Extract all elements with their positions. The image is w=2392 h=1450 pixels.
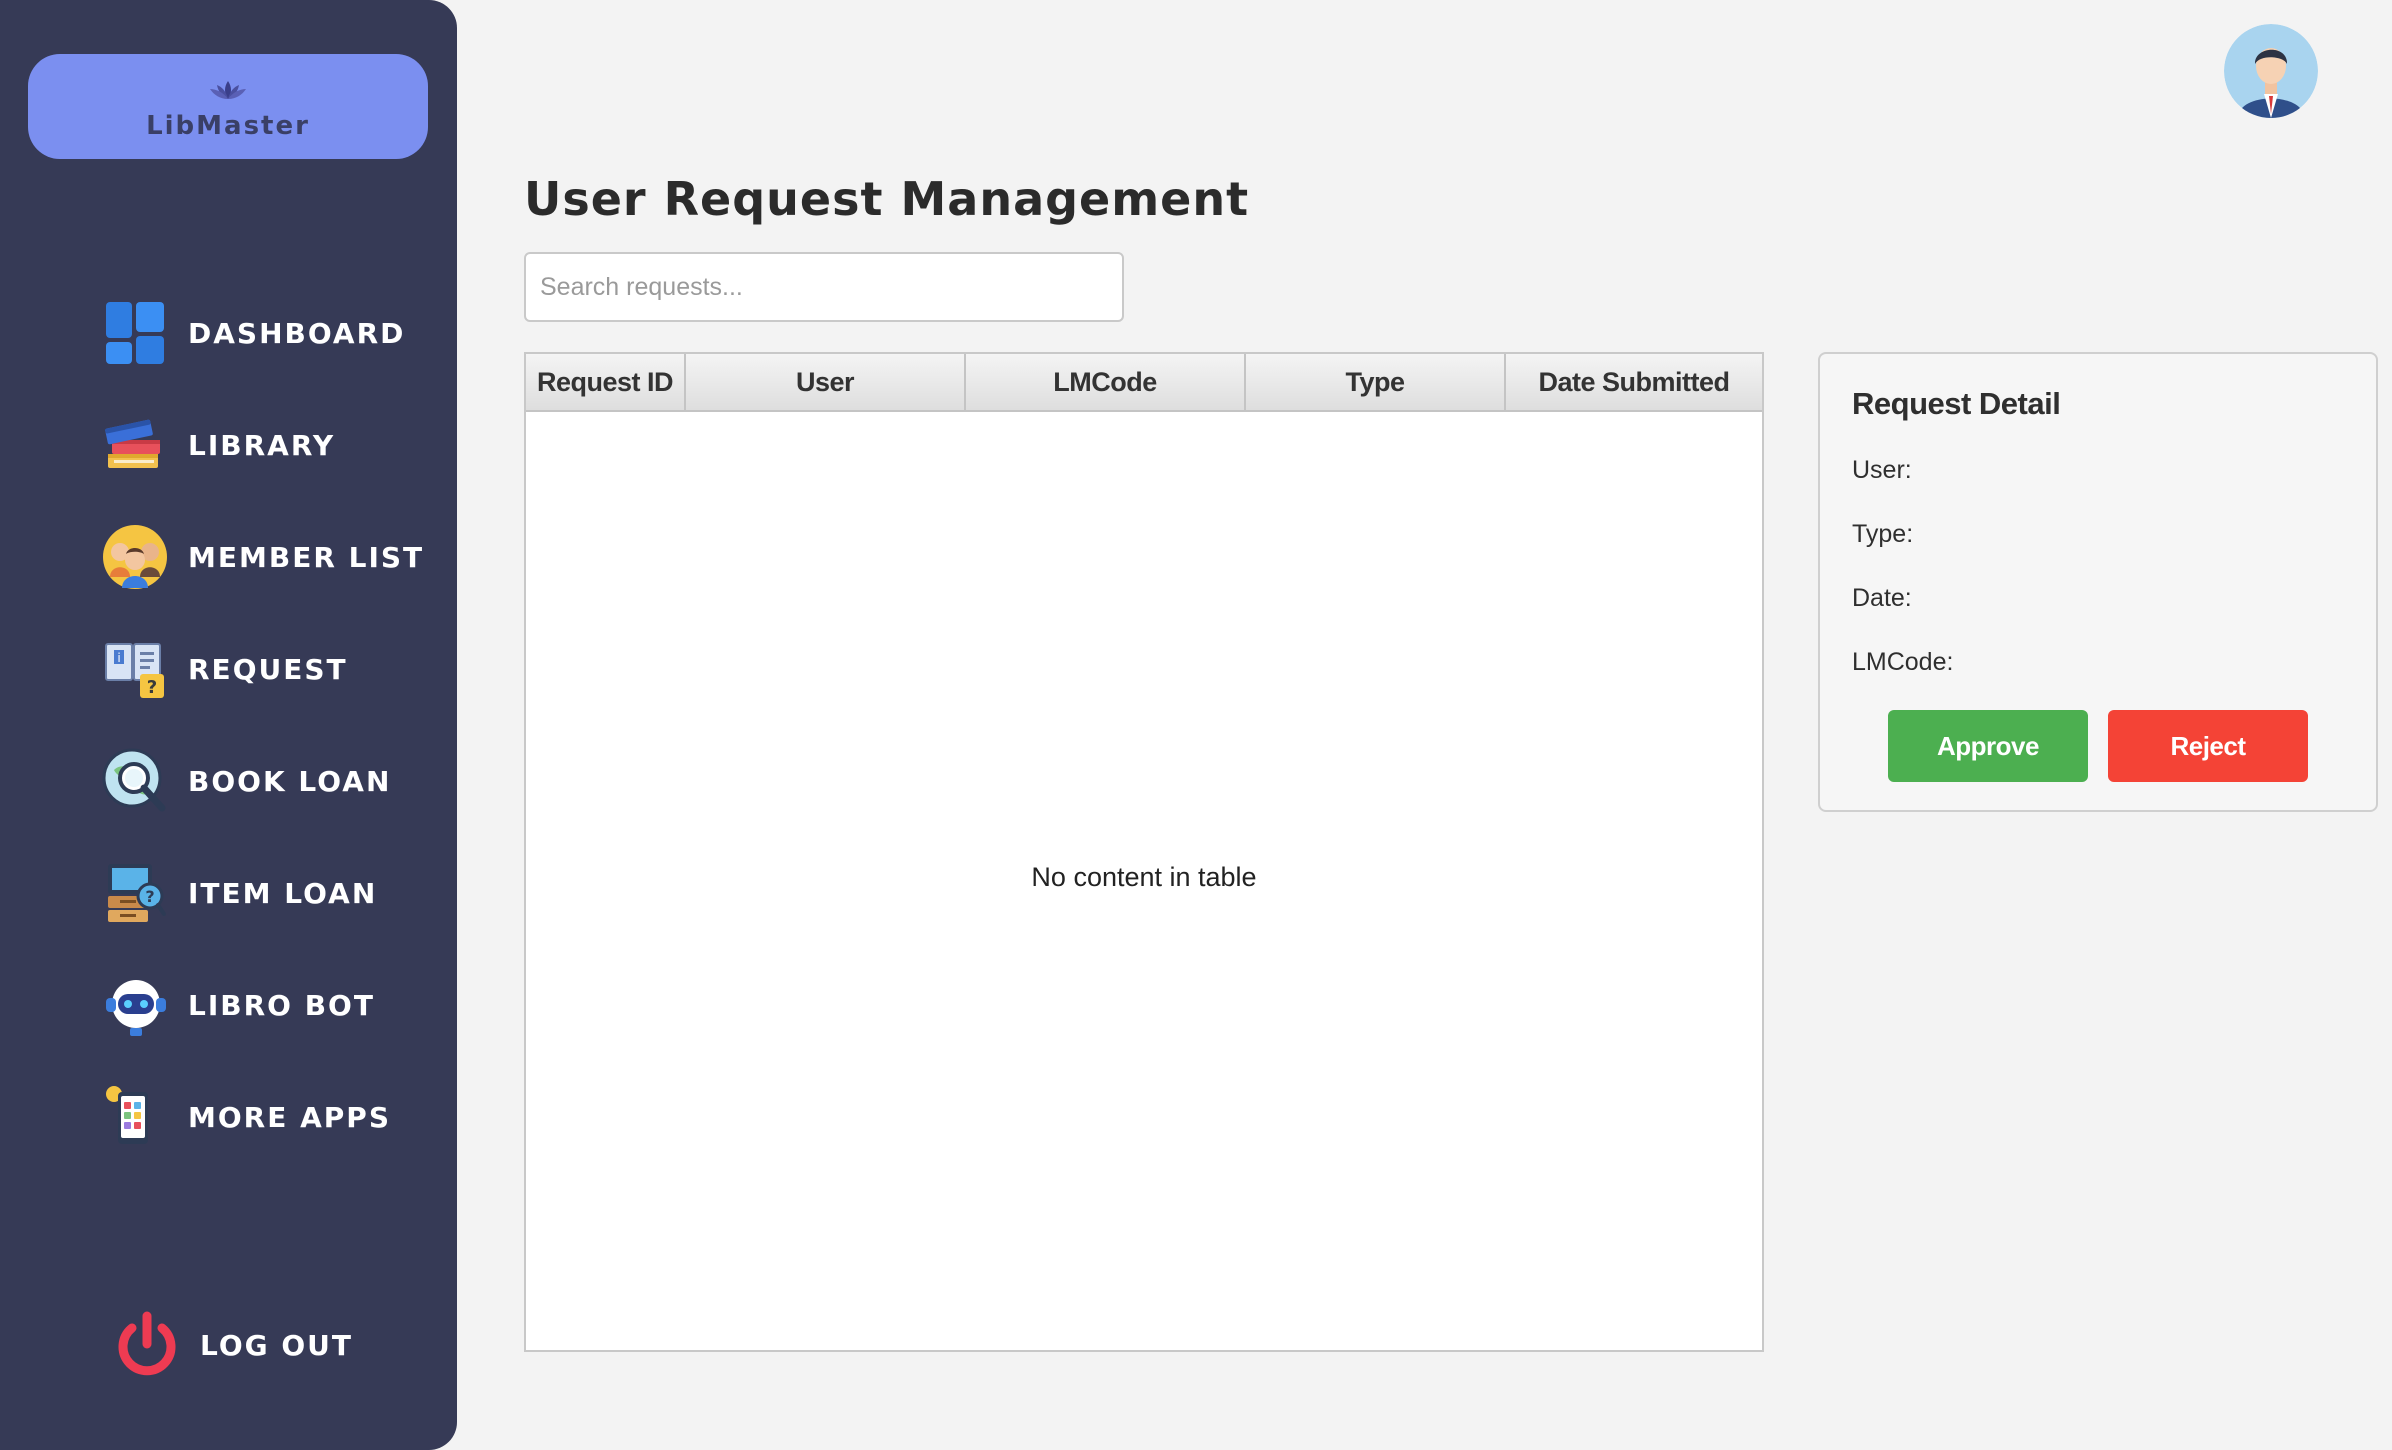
- table-header: Request ID User LMCode Type Date Submitt…: [526, 354, 1762, 412]
- sidebar-item-label: BOOK LOAN: [188, 764, 392, 798]
- column-header-lmcode[interactable]: LMCode: [966, 354, 1246, 410]
- sidebar: LibMaster DASHBOARD LIBRARY MEMBER LIST …: [0, 0, 457, 1450]
- column-header-request-id[interactable]: Request ID: [526, 354, 686, 410]
- lotus-icon: [210, 80, 246, 99]
- sidebar-item-dashboard[interactable]: DASHBOARD: [100, 298, 405, 368]
- sidebar-item-library[interactable]: LIBRARY: [100, 410, 335, 480]
- brand-name: LibMaster: [146, 110, 310, 141]
- detail-lmcode-label: LMCode:: [1852, 648, 1954, 676]
- detail-title: Request Detail: [1852, 386, 2061, 421]
- sidebar-item-label: LIBRARY: [188, 428, 336, 462]
- sidebar-item-label: REQUEST: [188, 652, 348, 686]
- column-header-user[interactable]: User: [686, 354, 966, 410]
- reject-button[interactable]: Reject: [2108, 710, 2308, 782]
- detail-type-label: Type:: [1852, 520, 1914, 548]
- sidebar-item-label: MORE APPS: [188, 1100, 391, 1134]
- sidebar-item-request[interactable]: i ? REQUEST: [100, 634, 348, 704]
- sidebar-item-label: LIBRO BOT: [188, 988, 375, 1022]
- detail-date-label: Date:: [1852, 584, 1912, 612]
- svg-text:?: ?: [147, 677, 157, 698]
- user-avatar[interactable]: [2224, 24, 2318, 118]
- page-title: User Request Management: [524, 172, 1250, 226]
- user-avatar-icon: [2224, 24, 2318, 118]
- logout-button[interactable]: LOG OUT: [112, 1310, 353, 1380]
- item-loan-icon: ?: [108, 864, 166, 922]
- column-header-type[interactable]: Type: [1246, 354, 1506, 410]
- sidebar-item-more-apps[interactable]: MORE APPS: [100, 1082, 391, 1152]
- sidebar-item-libro-bot[interactable]: LIBRO BOT: [100, 970, 375, 1040]
- sidebar-item-item-loan[interactable]: ? ITEM LOAN: [100, 858, 377, 928]
- request-icon: i ?: [105, 643, 164, 698]
- book-loan-icon: [102, 748, 166, 812]
- sidebar-item-label: MEMBER LIST: [188, 540, 425, 574]
- approve-button[interactable]: Approve: [1888, 710, 2088, 782]
- search-input[interactable]: [524, 252, 1124, 322]
- sidebar-item-label: ITEM LOAN: [188, 876, 378, 910]
- books-icon: [105, 419, 160, 468]
- app-window: LibMaster DASHBOARD LIBRARY MEMBER LIST …: [0, 0, 2392, 1450]
- svg-text:?: ?: [145, 887, 154, 906]
- column-header-date-submitted[interactable]: Date Submitted: [1506, 354, 1762, 410]
- sidebar-item-book-loan[interactable]: BOOK LOAN: [100, 746, 391, 816]
- request-detail-panel: Request Detail User: Type: Date: LMCode:…: [1818, 352, 2378, 812]
- detail-user-label: User:: [1852, 456, 1912, 484]
- robot-icon: [106, 980, 166, 1036]
- apps-icon: [106, 1086, 148, 1144]
- table-body: No content in table: [526, 412, 1762, 1352]
- sidebar-item-label: DASHBOARD: [188, 316, 406, 350]
- svg-text:i: i: [117, 651, 120, 665]
- power-icon: [118, 1311, 176, 1376]
- requests-table[interactable]: Request ID User LMCode Type Date Submitt…: [524, 352, 1764, 1352]
- dashboard-icon: [106, 302, 164, 364]
- empty-table-message: No content in table: [1031, 862, 1257, 892]
- members-icon: [103, 525, 167, 589]
- logout-label: LOG OUT: [200, 1328, 354, 1362]
- sidebar-item-member-list[interactable]: MEMBER LIST: [100, 522, 424, 592]
- brand-logo-card[interactable]: LibMaster: [28, 54, 428, 159]
